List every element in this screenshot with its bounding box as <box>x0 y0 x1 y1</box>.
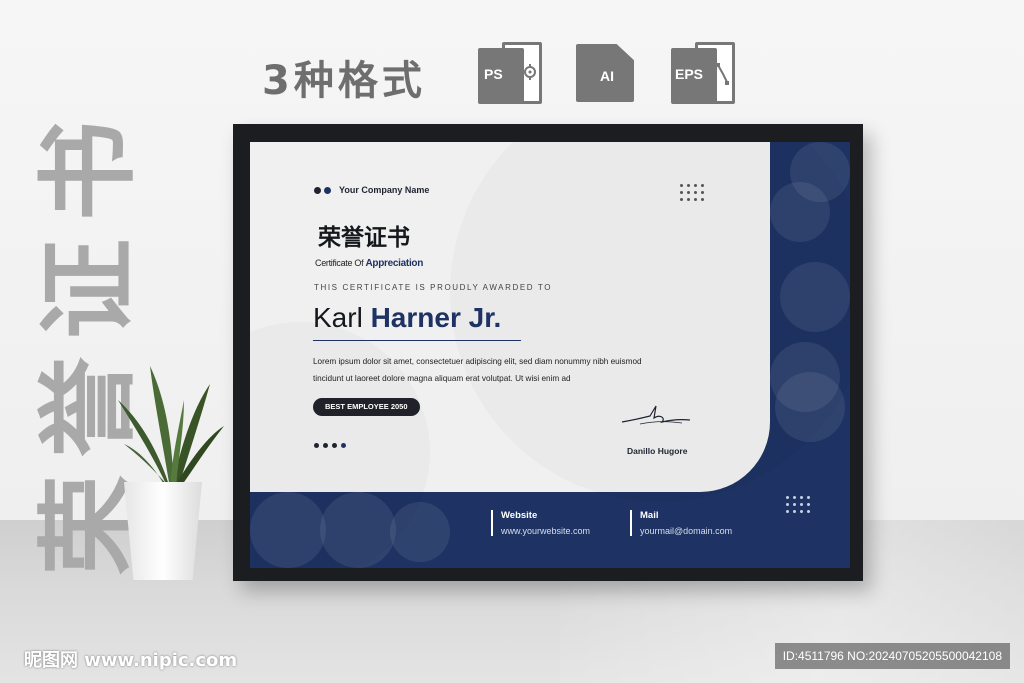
company-name: Your Company Name <box>314 185 429 195</box>
award-badge: BEST EMPLOYEE 2050 <box>313 398 420 416</box>
body-line: tincidunt ut laoreet dolore magna aliqua… <box>313 374 571 383</box>
plant-pot <box>124 482 202 580</box>
certificate: Your Company Name 荣誉证书 Certificate Of Ap… <box>250 142 850 568</box>
certificate-subtitle: Certificate Of Appreciation <box>315 258 423 269</box>
website-value: www.yourwebsite.com <box>501 526 591 536</box>
format-label: AI <box>600 68 614 84</box>
certificate-title: 荣誉证书 <box>318 225 410 251</box>
eps-file-icon: EPS <box>671 42 737 104</box>
dots-decoration <box>314 443 346 448</box>
recipient-first-name: Karl <box>313 302 371 333</box>
subtitle-prefix: Certificate Of <box>315 258 366 268</box>
dot-grid-icon <box>786 496 810 513</box>
mail-label: Mail <box>640 510 659 521</box>
vertical-title-char: 证 <box>30 239 147 339</box>
formats-title: 3种格式 <box>262 58 426 104</box>
website-label: Website <box>501 510 538 521</box>
recipient-last-name: Harner Jr. <box>370 302 502 333</box>
awarded-line: THIS CERTIFICATE IS PROUDLY AWARDED TO <box>314 283 553 292</box>
plant-icon <box>118 366 224 488</box>
dot-icon <box>314 186 321 194</box>
footer-mail: Mail yourmail@domain.com <box>630 510 732 536</box>
body-line: Lorem ipsum dolor sit amet, consectetuer… <box>313 357 642 366</box>
watermark-logo: 昵图网 www.nipic.com <box>24 650 238 671</box>
footer-website: Website www.yourwebsite.com <box>491 510 590 536</box>
format-label: PS <box>484 66 503 82</box>
ai-file-icon: AI <box>574 42 640 104</box>
watermark-id: ID:4511796 NO:20240705205500042108 <box>774 643 1010 669</box>
subtitle-accent: Appreciation <box>365 258 424 269</box>
ps-file-icon: PS <box>478 42 544 104</box>
certificate-body: Lorem ipsum dolor sit amet, consectetuer… <box>313 353 693 387</box>
dot-grid-icon <box>680 184 704 201</box>
format-label: EPS <box>675 66 704 82</box>
company-name-text: Your Company Name <box>339 185 430 195</box>
dot-icon <box>324 186 331 194</box>
recipient-name: Karl Harner Jr. <box>313 302 521 341</box>
signer-name: Danillo Hugore <box>627 446 688 456</box>
vertical-title-char: 书 <box>30 121 147 221</box>
signature-icon <box>621 405 691 425</box>
mail-value: yourmail@domain.com <box>640 526 733 536</box>
